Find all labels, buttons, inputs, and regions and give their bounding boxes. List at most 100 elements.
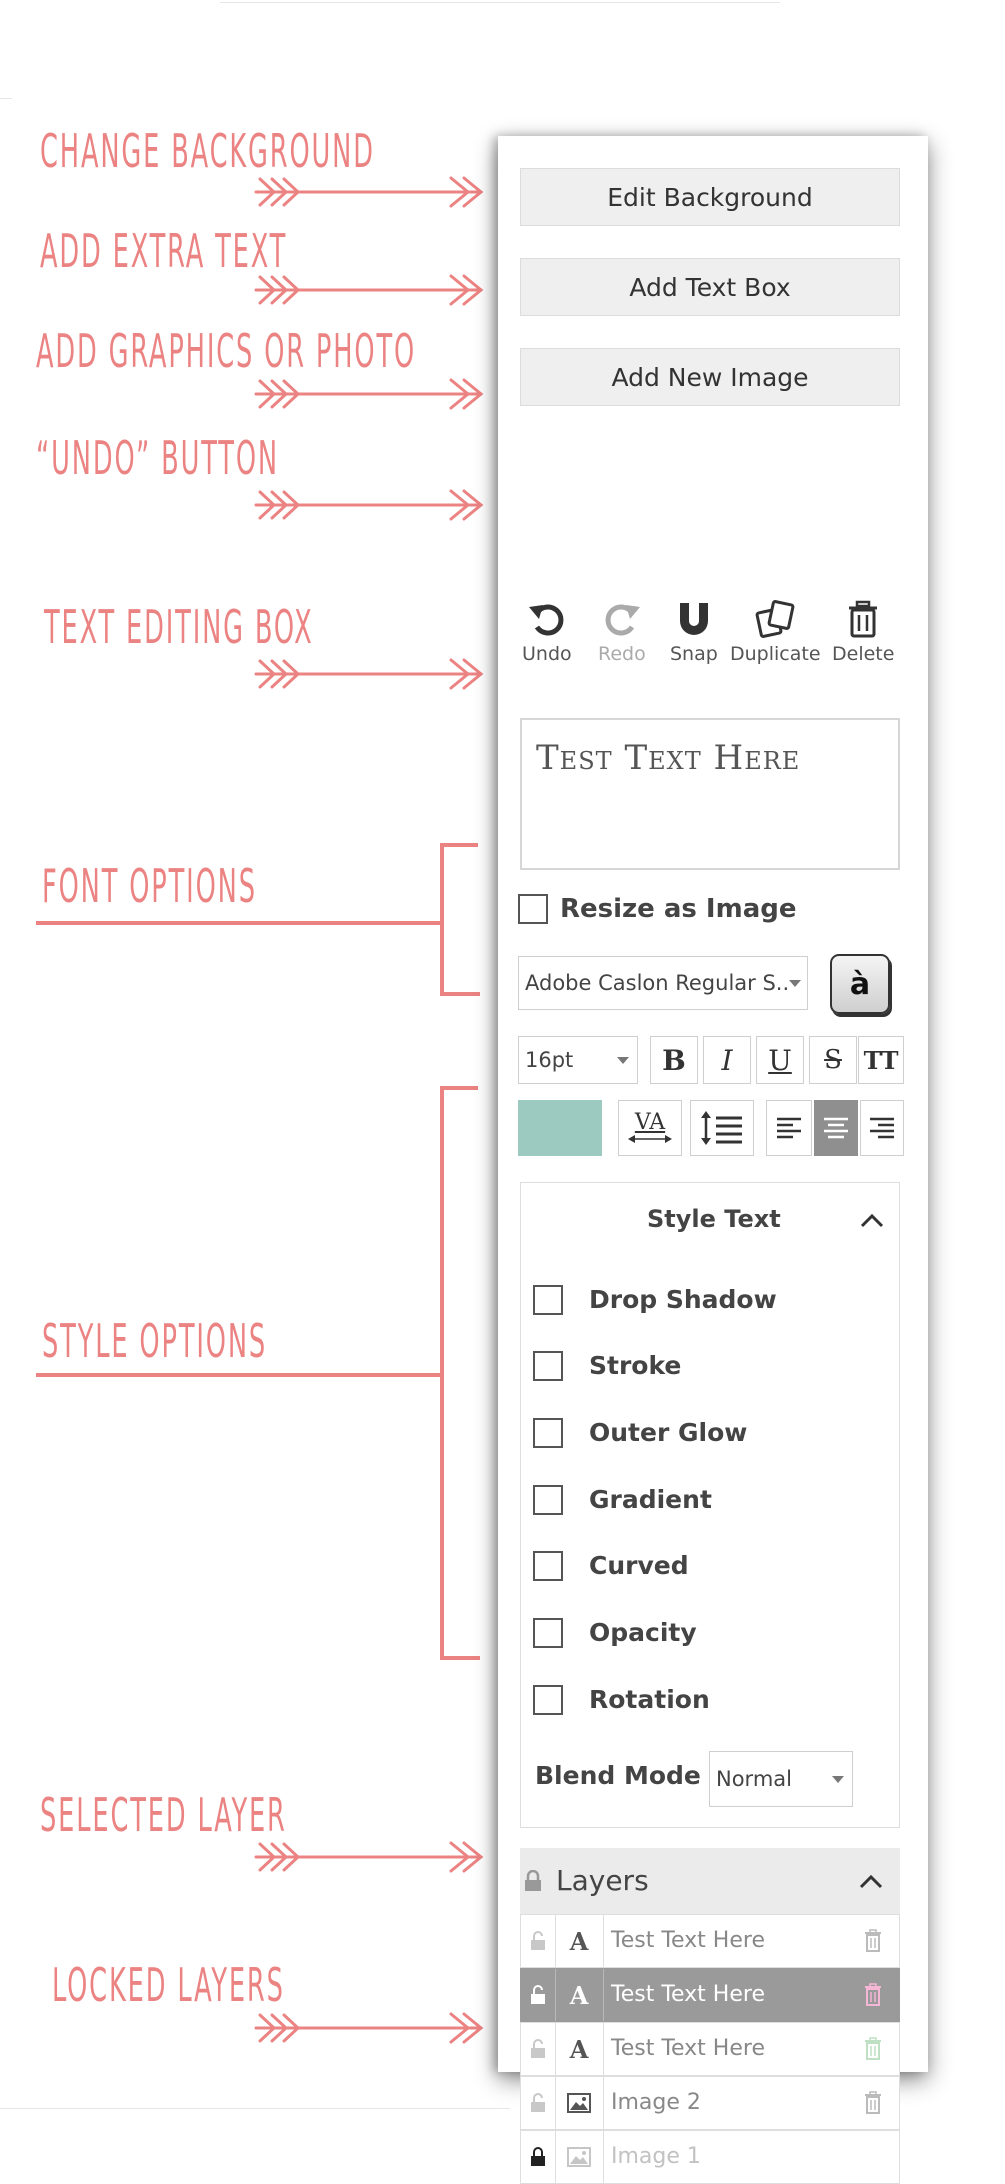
font-size-select[interactable]: 16pt bbox=[518, 1036, 638, 1084]
layer-row[interactable]: Image 2 bbox=[520, 2076, 900, 2130]
layer-row[interactable]: A Test Text Here bbox=[520, 1914, 900, 1968]
gradient-checkbox[interactable] bbox=[533, 1485, 563, 1515]
layers-header[interactable]: Layers bbox=[520, 1848, 900, 1914]
drop-shadow-checkbox[interactable] bbox=[533, 1285, 563, 1315]
layer-name: Test Text Here bbox=[611, 1982, 765, 2007]
layer-row-locked[interactable]: Image 1 bbox=[520, 2130, 900, 2184]
chevron-down-icon bbox=[617, 1057, 629, 1064]
align-center-icon bbox=[824, 1117, 848, 1139]
undo-icon bbox=[528, 604, 564, 636]
text-layer-icon: A bbox=[555, 1915, 604, 1967]
all-caps-button[interactable]: TT bbox=[858, 1036, 904, 1084]
annotation-style-options: STYLE OPTIONS bbox=[42, 1314, 268, 1368]
magnet-icon bbox=[679, 603, 708, 635]
text-layer-glyph: A bbox=[569, 1980, 589, 2010]
kerning-button[interactable]: VA bbox=[618, 1100, 682, 1156]
redo-icon bbox=[605, 604, 640, 636]
chevron-down-icon bbox=[832, 1776, 844, 1783]
arrow-locked-layers bbox=[254, 2012, 483, 2044]
annotation-font-options: FONT OPTIONS bbox=[42, 859, 257, 913]
stroke-checkbox[interactable] bbox=[533, 1351, 563, 1381]
curved-checkbox[interactable] bbox=[533, 1551, 563, 1581]
add-text-box-button[interactable]: Add Text Box bbox=[520, 258, 900, 316]
annotation-text-editing-box: TEXT EDITING BOX bbox=[44, 600, 314, 654]
italic-button[interactable]: I bbox=[703, 1036, 751, 1084]
stroke-label: Stroke bbox=[589, 1351, 682, 1380]
curved-label: Curved bbox=[589, 1551, 689, 1580]
all-caps-glyph: TT bbox=[863, 1045, 899, 1075]
text-editing-box[interactable]: Test Text Here bbox=[520, 718, 900, 870]
chevron-up-icon[interactable] bbox=[859, 1211, 885, 1229]
align-left-icon bbox=[777, 1117, 801, 1139]
opacity-checkbox[interactable] bbox=[533, 1618, 563, 1648]
trash-icon[interactable] bbox=[863, 2091, 883, 2115]
kerning-arrows-icon bbox=[628, 1135, 672, 1143]
font-size-value: 16pt bbox=[525, 1048, 574, 1072]
bracket-style-options bbox=[36, 1086, 480, 1660]
arrow-change-background bbox=[254, 176, 483, 208]
undo-label: Undo bbox=[522, 643, 572, 665]
lock-icon[interactable] bbox=[521, 2131, 556, 2183]
font-family-select[interactable]: Adobe Caslon Regular S... bbox=[518, 956, 808, 1010]
delete-button[interactable]: Delete bbox=[832, 599, 894, 665]
underline-button[interactable]: U bbox=[756, 1036, 804, 1084]
trash-icon[interactable] bbox=[863, 1929, 883, 1953]
special-character-button[interactable]: à bbox=[830, 954, 890, 1014]
blend-mode-select[interactable]: Normal bbox=[709, 1751, 853, 1807]
align-right-icon bbox=[870, 1117, 894, 1139]
annotation-add-graphics: ADD GRAPHICS OR PHOTO bbox=[36, 324, 417, 378]
arrow-add-graphics bbox=[254, 378, 483, 410]
line-height-icon bbox=[701, 1111, 742, 1145]
left-edge-line bbox=[0, 98, 12, 99]
arrow-add-extra-text bbox=[254, 274, 483, 306]
special-character-glyph: à bbox=[849, 966, 871, 1002]
trash-icon bbox=[849, 600, 878, 638]
align-right-button[interactable] bbox=[860, 1100, 904, 1156]
layer-name: Test Text Here bbox=[611, 1928, 765, 1953]
unlock-icon[interactable] bbox=[521, 2023, 556, 2075]
layer-name: Image 2 bbox=[611, 2090, 701, 2115]
arrow-selected-layer bbox=[254, 1841, 483, 1873]
bold-button[interactable]: B bbox=[650, 1036, 698, 1084]
add-new-image-button[interactable]: Add New Image bbox=[520, 348, 900, 406]
kerning-glyph: VA bbox=[634, 1110, 666, 1135]
trash-icon[interactable] bbox=[863, 2037, 883, 2061]
duplicate-label: Duplicate bbox=[730, 643, 821, 665]
text-layer-glyph: A bbox=[569, 2034, 589, 2064]
resize-as-image-checkbox[interactable] bbox=[518, 894, 548, 924]
annotation-add-extra-text: ADD EXTRA TEXT bbox=[40, 224, 288, 278]
duplicate-button[interactable]: Duplicate bbox=[730, 599, 821, 665]
outer-glow-checkbox[interactable] bbox=[533, 1418, 563, 1448]
layer-name: Test Text Here bbox=[611, 2036, 765, 2061]
text-color-swatch[interactable] bbox=[518, 1100, 602, 1156]
image-layer-icon bbox=[555, 2131, 604, 2183]
align-left-button[interactable] bbox=[766, 1100, 812, 1156]
drop-shadow-label: Drop Shadow bbox=[589, 1285, 777, 1314]
snap-button[interactable]: Snap bbox=[670, 599, 718, 665]
strikethrough-button[interactable]: S bbox=[809, 1036, 857, 1084]
chevron-up-icon[interactable] bbox=[858, 1872, 884, 1890]
trash-icon[interactable] bbox=[863, 1983, 883, 2007]
image-layer-icon bbox=[555, 2077, 604, 2129]
annotation-undo-button: “UNDO” BUTTON bbox=[36, 431, 279, 485]
align-center-button[interactable] bbox=[814, 1100, 858, 1156]
text-value: Test Text Here bbox=[536, 738, 801, 778]
gradient-label: Gradient bbox=[589, 1485, 712, 1514]
outer-glow-label: Outer Glow bbox=[589, 1418, 748, 1447]
layer-name: Image 1 bbox=[611, 2144, 701, 2169]
undo-button[interactable]: Undo bbox=[522, 599, 572, 665]
edit-background-button[interactable]: Edit Background bbox=[520, 168, 900, 226]
annotation-locked-layers: LOCKED LAYERS bbox=[52, 1958, 285, 2012]
line-height-button[interactable] bbox=[690, 1100, 754, 1156]
layer-row-selected[interactable]: A Test Text Here bbox=[520, 1968, 900, 2022]
lock-icon bbox=[525, 1870, 541, 1891]
rotation-checkbox[interactable] bbox=[533, 1685, 563, 1715]
redo-button[interactable]: Redo bbox=[598, 599, 646, 665]
redo-label: Redo bbox=[598, 643, 646, 665]
layer-row[interactable]: A Test Text Here bbox=[520, 2022, 900, 2076]
unlock-icon[interactable] bbox=[521, 2077, 556, 2129]
bottom-edge-line bbox=[0, 2108, 510, 2109]
unlock-icon[interactable] bbox=[521, 1915, 556, 1967]
italic-glyph: I bbox=[721, 1043, 733, 1077]
unlock-icon[interactable] bbox=[521, 1969, 556, 2021]
